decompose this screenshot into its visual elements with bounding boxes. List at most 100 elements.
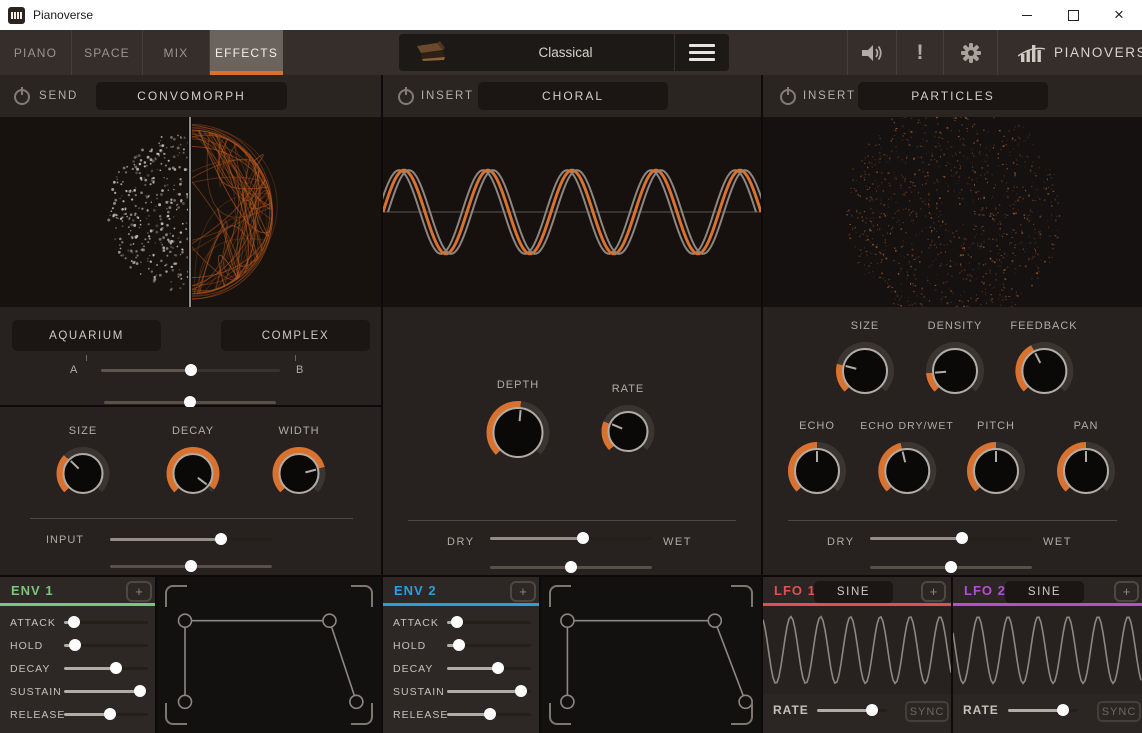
lfo1-title: LFO 1 [774, 583, 816, 598]
input-slider[interactable] [110, 533, 272, 545]
close-button[interactable]: × [1096, 0, 1142, 30]
env1-decay-slider[interactable] [64, 662, 148, 674]
rate-knob-block: RATE [602, 383, 655, 458]
corner-bracket [165, 585, 187, 607]
env2-underline [383, 603, 539, 606]
pan-knob-label: PAN [1074, 420, 1099, 432]
pitch-knob-label: PITCH [977, 420, 1015, 432]
env1-sustain-slider[interactable] [64, 685, 148, 697]
morph-slider[interactable] [101, 364, 280, 376]
depth-knob-block: DEPTH [487, 379, 550, 464]
width-knob[interactable] [273, 447, 326, 500]
preset-selector[interactable]: Classical [399, 34, 729, 71]
choral-mix-slider-2[interactable] [490, 561, 652, 573]
convomorph-ir-panel: AQUARIUM COMPLEX A B [0, 307, 381, 405]
density-knob[interactable] [926, 342, 984, 400]
maximize-icon [1068, 10, 1079, 21]
env1-release-slider[interactable] [64, 708, 148, 720]
wet-label: WET [663, 536, 692, 548]
tab-mix[interactable]: MIX [143, 30, 209, 75]
depth-knob-label: DEPTH [497, 379, 539, 391]
grand-piano-image [407, 38, 449, 68]
lfo2-sync-button[interactable]: SYNC [1097, 701, 1141, 722]
tab-effects[interactable]: EFFECTS [210, 30, 283, 75]
preset-menu-button[interactable] [675, 44, 729, 61]
lfo2-shape-select[interactable]: SINE [1005, 581, 1084, 603]
preset-thumbnail [399, 34, 457, 71]
lfo1-panel: LFO 1 SINE + RATE SYNC [763, 577, 951, 733]
lfo2-rate-slider[interactable] [1008, 704, 1078, 716]
ir-b-tick [295, 355, 296, 361]
attack-label: ATTACK [10, 617, 56, 629]
minimize-button[interactable] [1004, 0, 1050, 30]
hold-label: HOLD [393, 640, 426, 652]
particles-mix-slider-2[interactable] [870, 561, 1032, 573]
convomorph-knob-panel: SIZE DECAY WIDTH [0, 407, 381, 575]
maximize-button[interactable] [1050, 0, 1096, 30]
env2-release-slider[interactable] [447, 708, 531, 720]
speaker-icon [861, 44, 884, 62]
sustain-label: SUSTAIN [393, 686, 445, 698]
alert-button[interactable]: ! [897, 30, 943, 75]
env1-attack-slider[interactable] [64, 616, 148, 628]
env2-hold-slider[interactable] [447, 639, 531, 651]
pan-knob-block: PAN [1057, 420, 1115, 500]
minimize-icon [1022, 15, 1032, 16]
choral-visualization [383, 117, 761, 307]
lfo2-add-button[interactable]: + [1114, 581, 1139, 602]
size-knob[interactable] [57, 447, 110, 500]
echo-knob-label: ECHO [799, 420, 835, 432]
ir-b-button[interactable]: COMPLEX [221, 320, 370, 351]
particles-header: INSERT PARTICLES [763, 75, 1142, 117]
env2-add-button[interactable]: + [510, 581, 536, 602]
echo-knob-block: ECHO [788, 420, 846, 500]
choral-select-button[interactable]: CHORAL [478, 82, 668, 110]
power-icon[interactable] [778, 86, 798, 106]
lfo1-rate-label: RATE [773, 703, 809, 717]
env2-sustain-slider[interactable] [447, 685, 531, 697]
lfo1-sync-button[interactable]: SYNC [905, 701, 949, 722]
lfo1-rate-slider[interactable] [817, 704, 887, 716]
choral-mix-slider[interactable] [490, 532, 652, 544]
morph-divider-handle[interactable] [189, 117, 191, 307]
hold-label: HOLD [10, 640, 43, 652]
rate-knob[interactable] [602, 405, 655, 458]
env1-hold-slider[interactable] [64, 639, 148, 651]
pan-knob[interactable] [1057, 442, 1115, 500]
tab-space[interactable]: SPACE [72, 30, 142, 75]
env1-add-button[interactable]: + [126, 581, 152, 602]
particles-select-button[interactable]: PARTICLES [858, 82, 1048, 110]
effects-page: SEND CONVOMORPH AQUARIUM COMPLEX A B [0, 75, 1142, 733]
depth-knob[interactable] [487, 401, 550, 464]
echo-knob[interactable] [788, 442, 846, 500]
lfo1-add-button[interactable]: + [921, 581, 946, 602]
power-icon[interactable] [12, 86, 32, 106]
env2-attack-slider[interactable] [447, 616, 531, 628]
attack-label: ATTACK [393, 617, 439, 629]
volume-button[interactable] [848, 30, 896, 75]
feedback-knob[interactable] [1015, 342, 1073, 400]
decay-label: DECAY [393, 663, 433, 675]
insert-label: INSERT [421, 75, 474, 117]
convomorph-select-button[interactable]: CONVOMORPH [96, 82, 287, 110]
input-slider-2[interactable] [110, 560, 272, 572]
env2-decay-slider[interactable] [447, 662, 531, 674]
decay-knob[interactable] [167, 447, 220, 500]
convomorph-header: SEND CONVOMORPH [0, 75, 381, 117]
corner-bracket [549, 585, 571, 607]
corner-bracket [731, 585, 753, 607]
power-icon[interactable] [396, 86, 416, 106]
ir-a-button[interactable]: AQUARIUM [12, 320, 161, 351]
pitch-knob[interactable] [967, 442, 1025, 500]
tab-piano[interactable]: PIANO [0, 30, 71, 75]
settings-button[interactable] [944, 30, 997, 75]
morph-b-label: B [296, 364, 304, 376]
feedback-knob-block: FEEDBACK [1010, 320, 1077, 400]
particles-mix-slider[interactable] [870, 532, 1032, 544]
psize-knob[interactable] [836, 342, 894, 400]
gear-icon [960, 42, 982, 64]
echo-drywet-knob[interactable] [878, 442, 936, 500]
convomorph-visualization [0, 117, 381, 307]
lfo1-shape-select[interactable]: SINE [814, 581, 893, 603]
env2-display [541, 577, 761, 733]
